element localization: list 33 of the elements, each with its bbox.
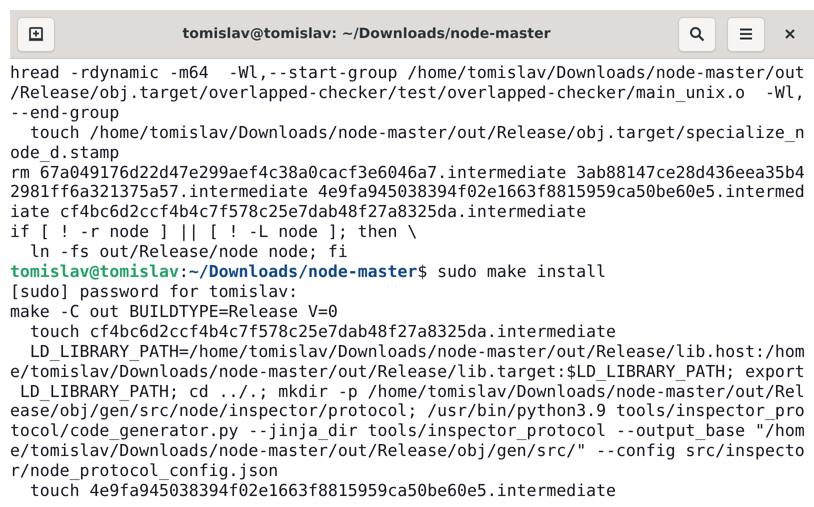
new-tab-icon [28,26,44,42]
prompt-user-host: tomislav@tomislav [10,262,179,282]
terminal-line: ln -fs out/Release/node node; fi [28,242,348,262]
search-button[interactable] [678,16,716,52]
terminal-line: ease/obj/gen/src/node/inspector/protocol; /usr/bin/python3.9 tools/inspector_pro [10,401,805,422]
window-title: tomislav@tomislav: ~/Downloads/node-master [182,26,552,42]
new-tab-button[interactable] [17,16,55,52]
terminal-line: touch cf4bc6d2ccf4b4c7f578c25e7dab48f27a8325da.intermediate [28,322,616,342]
terminal-line: [sudo] password for tomislav: [10,282,298,302]
terminal-line: iate cf4bc6d2ccf4b4c7f578c25e7dab48f27a8325da.intermediate [10,202,586,222]
prompt-path: ~/Downloads/node-master [188,262,418,282]
menu-button[interactable] [727,16,765,52]
terminal-line: rm 67a049176d22d47e299aef4c38a0cacf3e6046a7.intermediate 3ab88147ce28d436eea35b4 [10,162,805,182]
terminal-line: ode_d.stamp [10,142,120,163]
terminal-line: r/node_protocol_config.json [10,461,278,482]
command-text: $ sudo make install [417,262,606,282]
search-icon [689,26,705,42]
terminal-line: 2981ff6a321375a57.intermediate 4e9fa945038394f02e1663f8815959ca50be60e5.intermed [10,182,805,202]
terminal-line: hread -rdynamic -m64 -Wl,--start-group /home/tomislav/Downloads/node-master/out [10,63,805,83]
terminal-line: --end-group [10,102,120,123]
terminal-line: LD_LIBRARY_PATH=/home/tomislav/Downloads/node-master/out/Release/lib.host:/hom [28,342,805,362]
close-icon [785,29,795,39]
terminal-line: e/tomislav/Downloads/node-master/out/Release/lib.target:$LD_LIBRARY_PATH; export [10,362,805,382]
terminal-line: make -C out BUILDTYPE=Release V=0 [10,302,338,322]
terminal-line: tocol/code_generator.py --jinja_dir tools/inspector_protocol --output_base "/hom [10,421,805,442]
terminal-line: e/tomislav/Downloads/node-master/out/Release/obj/gen/src/" --config src/inspecto [10,441,805,462]
menu-icon [739,28,753,40]
prompt-separator: : [178,262,189,282]
terminal-line: if [ ! -r node ] || [ ! -L node ]; then \ [10,222,418,242]
terminal-line: touch /home/tomislav/Downloads/node-master/out/Release/obj.target/specialize_n [28,122,805,143]
terminal-line: /Release/obj.target/overlapped-checker/test/overlapped-checker/main_unix.o -Wl, [10,82,805,103]
terminal-line: LD_LIBRARY_PATH; cd ../.; mkdir -p /home/tomislav/Downloads/node-master/out/Rel [18,382,805,402]
terminal-line: touch 4e9fa945038394f02e1663f8815959ca50be60e5.intermediate [28,481,616,501]
